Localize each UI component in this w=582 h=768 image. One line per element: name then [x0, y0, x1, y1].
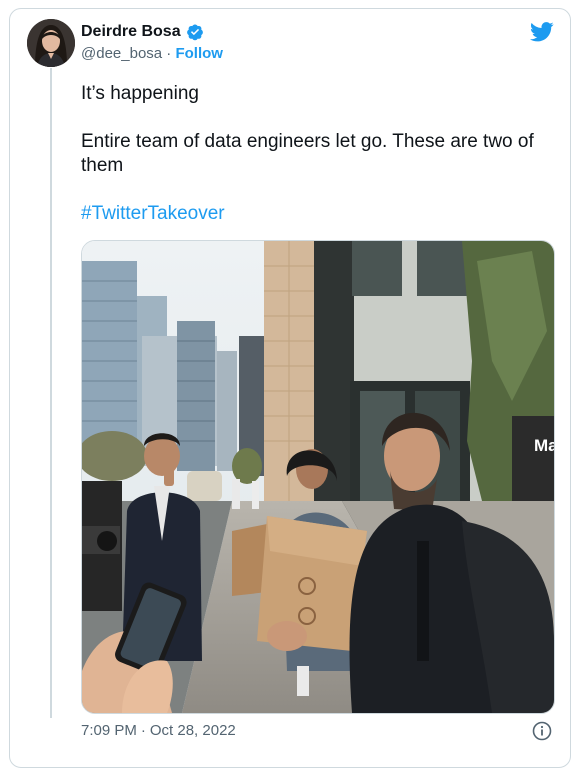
- author-handle[interactable]: @dee_bosa: [81, 45, 162, 62]
- follow-button[interactable]: Follow: [175, 45, 223, 62]
- tweet-photo[interactable]: Ma: [81, 240, 555, 714]
- hashtag-link[interactable]: #TwitterTakeover: [81, 203, 225, 224]
- timestamp-separator: ·: [140, 722, 146, 739]
- twitter-bird-icon[interactable]: [530, 22, 554, 42]
- author-name-row: Deirdre Bosa: [81, 23, 204, 41]
- author-display-name[interactable]: Deirdre Bosa: [81, 23, 181, 41]
- tweet-time: 7:09 PM: [81, 722, 137, 739]
- tweet-line-2: Entire team of data engineers let go. Th…: [81, 131, 534, 176]
- thread-line: [50, 68, 52, 718]
- tweet-date: Oct 28, 2022: [149, 722, 236, 739]
- storefront-sign-text: Ma: [534, 436, 554, 455]
- tweet-timestamp[interactable]: 7:09 PM · Oct 28, 2022: [81, 722, 236, 739]
- handle-separator: ·: [166, 45, 172, 62]
- tweet-line-1: It’s happening: [81, 83, 199, 104]
- photo-scene: Ma: [82, 241, 554, 713]
- avatar[interactable]: [27, 19, 75, 67]
- author-handle-row: @dee_bosa · Follow: [81, 45, 223, 62]
- info-icon[interactable]: [532, 721, 552, 741]
- verified-badge-icon: [186, 23, 204, 41]
- tweet-text: It’s happening Entire team of data engin…: [81, 82, 551, 250]
